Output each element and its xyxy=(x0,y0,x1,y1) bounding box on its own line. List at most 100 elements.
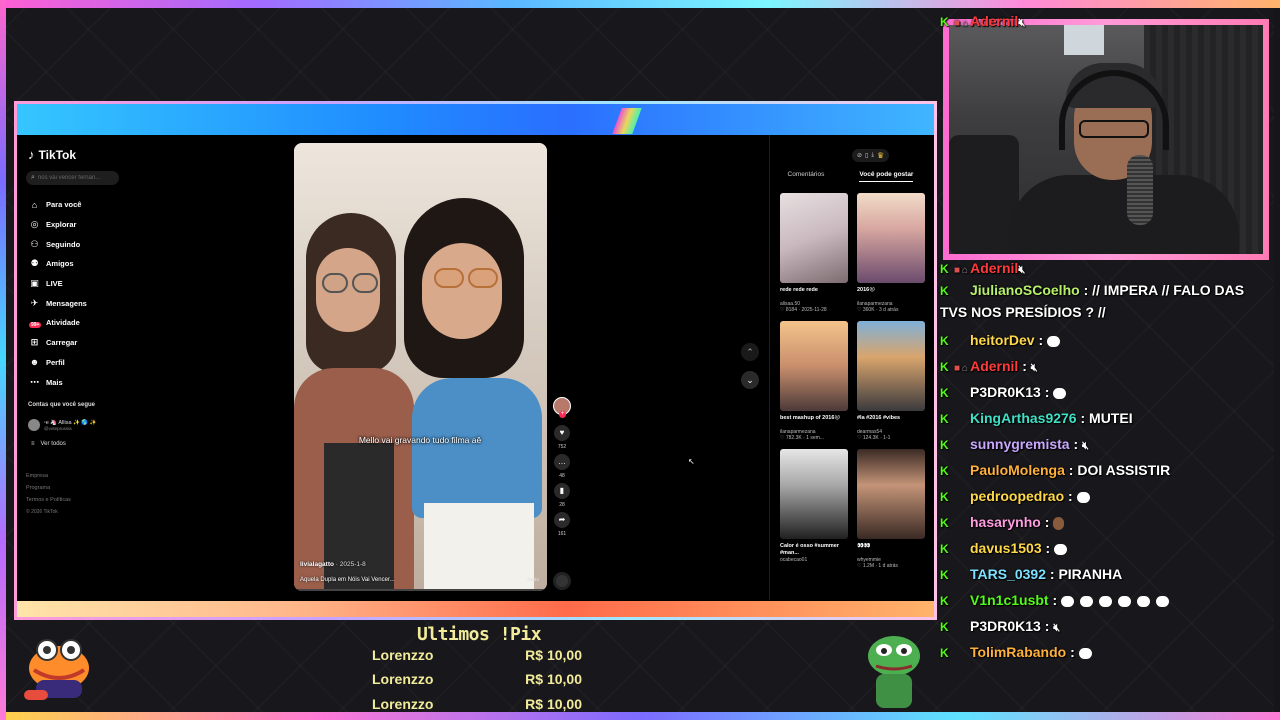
chat-text: : xyxy=(1040,514,1054,530)
muted-speaker-icon: 🔇︎ xyxy=(1030,362,1038,374)
following-account[interactable]: ꞏe 🦄 Allisa ✨ 🌎 ✨ @voteprussia xyxy=(28,418,97,431)
save-button[interactable]: ▮ 28 xyxy=(553,483,571,508)
nav-item-seguindo[interactable]: ⚇ Seguindo xyxy=(29,234,87,254)
follow-plus-icon[interactable]: + xyxy=(559,411,566,418)
list-item[interactable]: best mashup of 2016😜 ilanaparmezana ♡ 782.… xyxy=(780,321,848,441)
list-item[interactable]: 2016😝 ilanaparmezana ♡ 360K · 3 d atrás xyxy=(857,193,925,313)
footer-link-programa[interactable]: Programa xyxy=(26,482,71,494)
action-rail: + ♥ 752 … 48 ▮ 28 ➦ 161 xyxy=(553,397,573,590)
chat-username[interactable]: pedroopedrao xyxy=(970,488,1064,504)
chat-username[interactable]: TolimRabando xyxy=(970,644,1066,660)
nav-item-amigos[interactable]: ⚉ Amigos xyxy=(29,254,87,274)
live-icon: ▣ xyxy=(30,278,39,289)
friends-icon: ⚉ xyxy=(30,258,39,269)
microphone-icon xyxy=(1127,155,1153,225)
chat-text: : MUTEI xyxy=(1076,410,1133,426)
chat-username[interactable]: TARS_0392 xyxy=(970,566,1046,582)
nav-item-mais[interactable]: ⋯ Mais xyxy=(29,372,87,392)
chat-message: K P3DR0K13 : xyxy=(940,379,1276,406)
music-disc-icon[interactable] xyxy=(553,572,571,590)
device-icon[interactable]: ▯ xyxy=(865,152,868,159)
chat-text: : DOI ASSISTIR xyxy=(1064,462,1171,478)
muted-speaker-icon: 🔇︎ xyxy=(1082,440,1089,452)
nav-item-carregar[interactable]: ⊞ Carregar xyxy=(29,333,87,353)
kick-badge-icon: K xyxy=(940,360,949,374)
more-icon: ⋯ xyxy=(30,376,39,387)
chat-message: KheitorDev : xyxy=(940,327,1276,354)
kick-badge-icon: K xyxy=(940,386,949,400)
chat-emote-icon xyxy=(1053,516,1065,530)
kick-badge-icon: K xyxy=(940,620,949,634)
muted-speaker-icon: 🔇︎ xyxy=(1053,622,1061,634)
chat-username[interactable]: PauloMolenga xyxy=(970,462,1065,478)
chat-username[interactable]: heitorDev xyxy=(970,332,1035,348)
creator-avatar[interactable]: + xyxy=(553,397,571,418)
avatar xyxy=(28,418,40,431)
video-author[interactable]: livialagatto · 2025-1-8 xyxy=(300,561,366,568)
chat-message: Ksunnygremista : 🔇︎ xyxy=(940,431,1276,459)
chat-emote-icon xyxy=(1078,647,1092,659)
tab-recommended[interactable]: Você pode gostar xyxy=(859,171,914,182)
kick-badge-icon: K xyxy=(940,464,949,478)
chat-username[interactable]: KingArthas9276 xyxy=(970,410,1077,426)
tab-comments[interactable]: Comentários xyxy=(788,171,825,182)
pix-row: Lorenzzo R$ 10,00 xyxy=(372,671,582,687)
footer-link-empresa[interactable]: Empresa xyxy=(26,470,71,482)
search-input[interactable]: ⌕ nós vai vencer fernan... xyxy=(26,171,119,185)
video-player[interactable]: Mello vai gravando tudo filma aê liviala… xyxy=(294,143,547,591)
chat-username[interactable]: Adernil xyxy=(970,260,1018,276)
chat-username[interactable]: Adernil xyxy=(970,358,1018,374)
chat-username[interactable]: V1n1c1usbt xyxy=(970,592,1049,608)
footer-link-termos[interactable]: Termos e Políticas xyxy=(26,494,71,506)
video-more-link[interactable]: mais xyxy=(527,577,539,583)
frame-border-left xyxy=(0,0,6,720)
mouse-cursor-icon: ↖ xyxy=(688,457,695,466)
chat-username[interactable]: P3DR0K13 xyxy=(970,384,1041,400)
crown-icon[interactable]: ♛ xyxy=(877,151,884,160)
chat-emote-icon xyxy=(1137,595,1151,607)
chat-username[interactable]: sunnygremista xyxy=(970,436,1070,452)
nav-item-live[interactable]: ▣ LIVE xyxy=(29,274,87,294)
video-thumbnail xyxy=(780,193,848,283)
see-all-link[interactable]: ≡ Ver todos xyxy=(31,441,66,447)
chat-text: : PIRANHA xyxy=(1046,566,1123,582)
like-button[interactable]: ♥ 752 xyxy=(553,425,571,450)
webcam-feed xyxy=(949,25,1263,254)
pepe-sticker-right xyxy=(868,636,920,708)
chat-emote-icon xyxy=(1054,543,1068,555)
nav-item-para-voce[interactable]: ⌂ Para você xyxy=(29,195,87,215)
chat-username[interactable]: davus1503 xyxy=(970,540,1042,556)
list-item[interactable]: #la #2016 #vibes dearmas54 ♡ 124.3K · 1-1 xyxy=(857,321,925,441)
messages-icon: ✈ xyxy=(30,297,39,308)
list-item[interactable]: Calor é osso #summer #man... ocabecao01 xyxy=(780,449,848,569)
chat-emote-icon xyxy=(1080,595,1094,607)
nav-item-perfil[interactable]: ☻ Perfil xyxy=(29,353,87,373)
list-item[interactable]: rede rede rede alisaa.50 ♡ 8184 · 2025-11-… xyxy=(780,193,848,313)
comment-button[interactable]: … 48 xyxy=(553,454,571,479)
tiktok-nav: ⌂ Para você ◎ Explorar ⚇ Seguindo ⚉ Amigos ▣… xyxy=(29,195,87,392)
kick-badge-icon: K xyxy=(940,542,949,556)
nav-item-explorar[interactable]: ◎ Explorar xyxy=(29,215,87,235)
chevron-down-icon[interactable]: ⌄ xyxy=(741,371,759,389)
share-button[interactable]: ➦ 161 xyxy=(553,512,571,537)
kick-badge-icon: K xyxy=(940,490,949,504)
kick-badge-icon: K xyxy=(940,438,949,452)
nav-item-atividade[interactable]: 99+ Atividade xyxy=(29,313,87,333)
download-icon[interactable]: ⤓ xyxy=(871,152,874,159)
chevron-up-icon[interactable]: ⌃ xyxy=(741,343,759,361)
chat-username[interactable]: Adernil xyxy=(970,13,1018,29)
chat-username[interactable]: JiulianoSCoelho xyxy=(970,282,1080,298)
chat-username[interactable]: P3DR0K13 xyxy=(970,618,1041,634)
chat-emote-icon xyxy=(1099,595,1113,607)
kick-badge-icon: K xyxy=(940,15,949,29)
chat-username[interactable]: hasarynho xyxy=(970,514,1041,530)
settings-icon[interactable]: ⊘ xyxy=(857,152,862,159)
profile-icon: ☻ xyxy=(29,357,40,368)
tiktok-sidebar: ♪ TikTok ⌕ nós vai vencer fernan... ⌂ Par… xyxy=(21,135,161,600)
list-item[interactable]: 👀👀 whyemmie ♡ 1.2M · 1 d atrás xyxy=(857,449,925,569)
muted-speaker-icon: 🔇︎ xyxy=(1018,17,1026,29)
nav-item-mensagens[interactable]: ✈ Mensagens xyxy=(29,293,87,313)
tiktok-logo[interactable]: ♪ TikTok xyxy=(28,147,76,162)
tiktok-note-icon: ♪ xyxy=(28,147,35,162)
video-progress-bar[interactable] xyxy=(294,589,547,591)
